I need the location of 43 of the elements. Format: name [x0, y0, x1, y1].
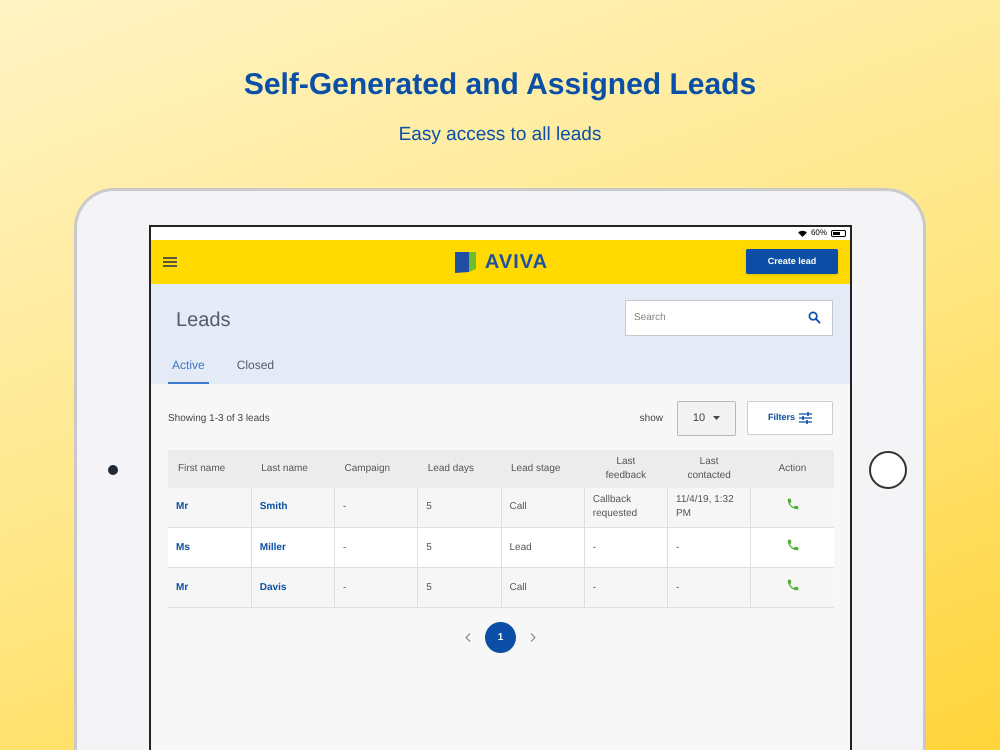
table-cell: 5: [418, 568, 501, 608]
phone-icon[interactable]: [786, 538, 800, 552]
page-button[interactable]: 1: [485, 622, 516, 653]
headline: Self-Generated and Assigned Leads: [244, 67, 756, 103]
chevron-left-icon[interactable]: [465, 633, 471, 642]
chevron-right-icon[interactable]: [530, 633, 536, 642]
home-button[interactable]: [868, 451, 906, 490]
search-field[interactable]: Search: [625, 300, 833, 336]
name-link[interactable]: Mr: [168, 568, 252, 608]
wifi-icon: [798, 230, 807, 236]
filters-button[interactable]: Filters: [747, 401, 833, 435]
column-header: Last contacted: [668, 450, 751, 488]
table-cell: Call: [501, 568, 584, 608]
menu-icon[interactable]: [163, 256, 177, 268]
column-header: Lead days: [418, 450, 501, 488]
logo-text: AVIVA: [484, 250, 548, 274]
column-header: Lead stage: [501, 450, 584, 488]
table-cell: -: [334, 568, 418, 608]
camera-icon: [108, 465, 118, 476]
phone-icon[interactable]: [786, 578, 800, 592]
page-title: Leads: [176, 308, 230, 332]
search-icon[interactable]: [808, 310, 821, 324]
column-header: Campaign: [334, 450, 418, 488]
create-lead-button[interactable]: Create lead: [746, 249, 838, 274]
subheadline: Easy access to all leads: [398, 123, 602, 147]
battery-percentage: 60%: [810, 229, 827, 237]
name-link[interactable]: Davis: [251, 568, 334, 608]
caret-icon: [713, 416, 720, 420]
show-label: show: [640, 412, 663, 426]
phone-icon[interactable]: [786, 497, 800, 512]
column-header: Last name: [251, 450, 334, 488]
sliders-icon: [799, 412, 812, 424]
logo-icon: [454, 250, 477, 272]
table-cell: -: [584, 568, 668, 608]
results-summary: Showing 1-3 of 3 leads: [168, 412, 271, 426]
column-header: First name: [168, 450, 252, 488]
column-header: Action: [750, 450, 834, 488]
battery-icon: [831, 230, 846, 236]
page-size-dropdown[interactable]: 10: [677, 400, 736, 436]
table-cell: -: [668, 568, 751, 608]
column-header: Last feedback: [584, 450, 668, 488]
tab[interactable]: Closed: [232, 356, 278, 384]
tab[interactable]: Active: [168, 356, 209, 384]
